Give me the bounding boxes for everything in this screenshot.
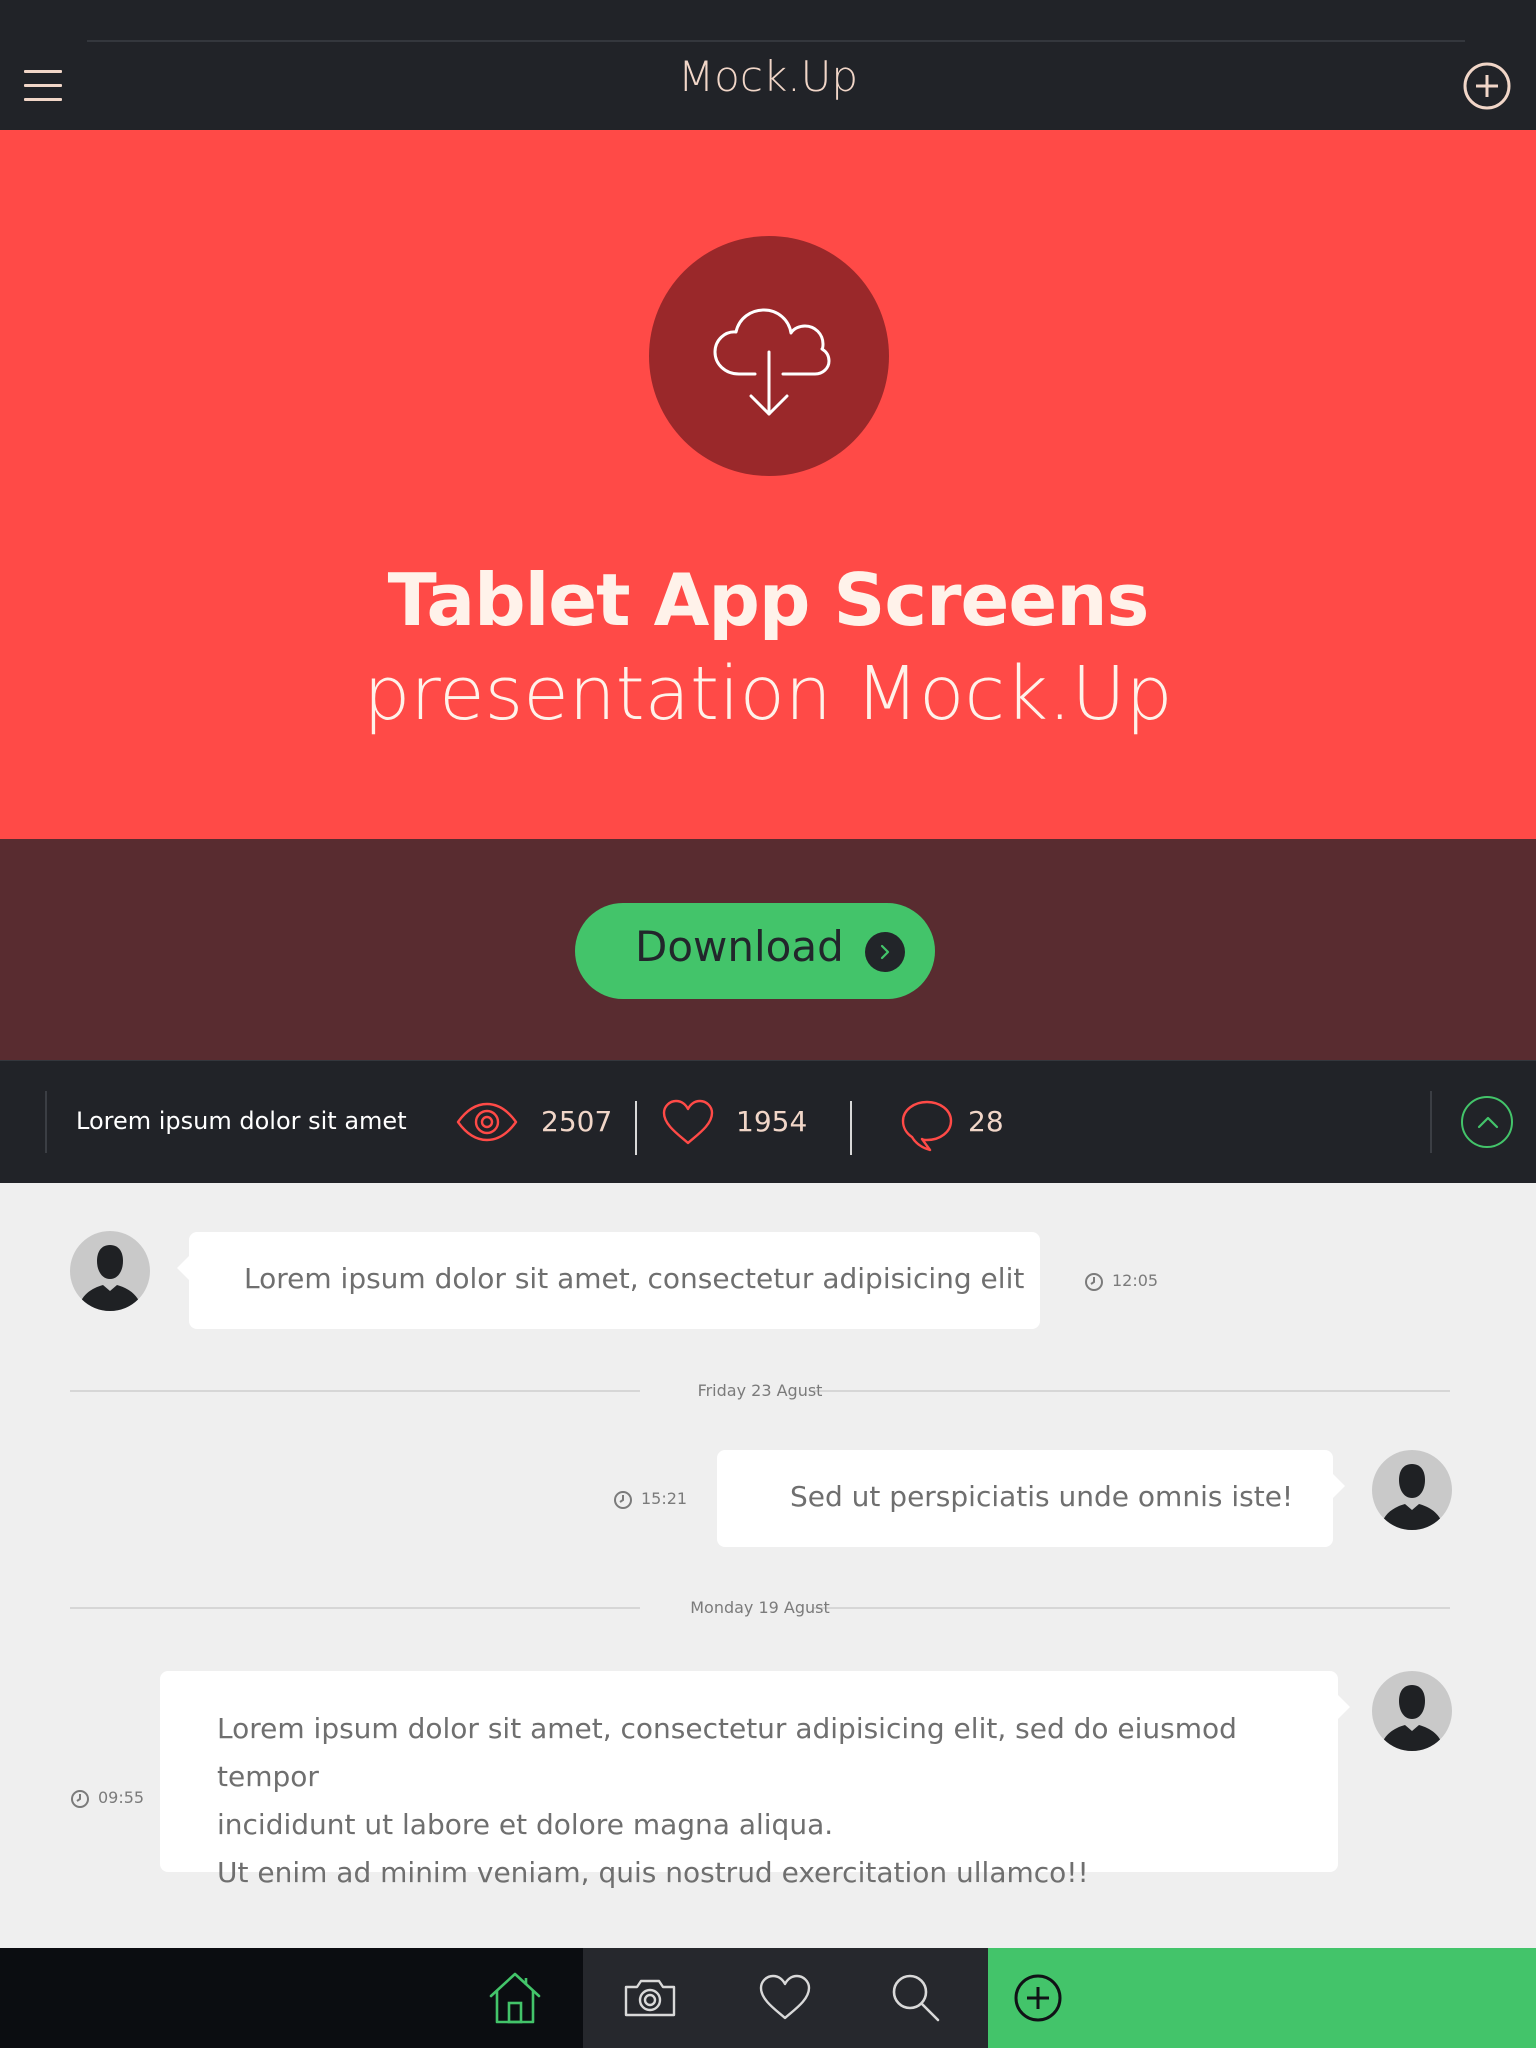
message-text: Lorem ipsum dolor sit amet, consectetur … xyxy=(217,1705,1338,1897)
comment-icon[interactable] xyxy=(900,1099,954,1157)
hero-banner: Tablet App Screens presentation Mock.Up xyxy=(0,130,1536,839)
message-line: Ut enim ad minim veniam, quis nostrud ex… xyxy=(217,1856,1089,1889)
stats-divider xyxy=(45,1091,47,1153)
message-time-value: 15:21 xyxy=(641,1489,688,1508)
date-separator: Friday 23 Agust xyxy=(70,1381,1450,1401)
date-separator: Monday 19 Agust xyxy=(70,1598,1450,1618)
chat-thread: Lorem ipsum dolor sit amet, consectetur … xyxy=(0,1183,1536,1948)
message-text: Lorem ipsum dolor sit amet, consectetur … xyxy=(244,1262,1025,1295)
clock-icon xyxy=(1085,1273,1103,1291)
plus-icon[interactable] xyxy=(1010,1970,1066,2026)
download-button-label: Download xyxy=(635,922,844,971)
message-time-value: 09:55 xyxy=(98,1788,145,1807)
chevron-right-icon xyxy=(865,932,905,972)
download-button[interactable]: Download xyxy=(575,903,935,999)
chevron-up-button[interactable] xyxy=(1461,1096,1513,1148)
stats-divider xyxy=(1430,1091,1432,1153)
top-divider xyxy=(87,40,1465,42)
stats-divider xyxy=(850,1101,852,1155)
comments-count: 28 xyxy=(968,1105,1004,1138)
hero-headline: Tablet App Screens xyxy=(387,558,1150,642)
heart-icon[interactable] xyxy=(757,1970,813,2026)
hero-subline: presentation Mock.Up xyxy=(363,651,1173,737)
add-icon[interactable] xyxy=(1462,61,1512,111)
clock-icon xyxy=(71,1790,89,1808)
chevron-up-icon xyxy=(1477,1116,1499,1129)
stats-bar: Lorem ipsum dolor sit amet 2507 1954 28 xyxy=(0,1060,1536,1183)
message-line: incididunt ut labore et dolore magna ali… xyxy=(217,1808,834,1841)
message-bubble: Sed ut perspiciatis unde omnis iste! xyxy=(717,1450,1345,1547)
message-bubble: Lorem ipsum dolor sit amet, consectetur … xyxy=(160,1671,1350,1889)
views-count: 2507 xyxy=(541,1105,613,1138)
camera-icon[interactable] xyxy=(622,1970,678,2026)
stats-caption: Lorem ipsum dolor sit amet xyxy=(76,1107,407,1135)
tab-highlight xyxy=(988,1948,1536,2048)
clock-icon xyxy=(614,1491,632,1509)
download-strip: Download xyxy=(0,839,1536,1060)
app-title: Mock.Up xyxy=(677,52,859,101)
stats-divider xyxy=(635,1101,637,1155)
avatar[interactable] xyxy=(1372,1450,1452,1530)
home-icon[interactable] xyxy=(487,1970,543,2026)
cloud-download-icon xyxy=(713,308,831,416)
date-label: Monday 19 Agust xyxy=(690,1598,830,1617)
eye-icon[interactable] xyxy=(456,1101,518,1147)
message-text: Sed ut perspiciatis unde omnis iste! xyxy=(790,1480,1294,1513)
date-label: Friday 23 Agust xyxy=(697,1381,823,1400)
bottom-tab-bar xyxy=(0,1948,1536,2048)
message-line: Lorem ipsum dolor sit amet, consectetur … xyxy=(217,1712,1237,1793)
avatar[interactable] xyxy=(1372,1671,1452,1751)
likes-count: 1954 xyxy=(736,1105,808,1138)
message-bubble: Lorem ipsum dolor sit amet, consectetur … xyxy=(177,1232,1040,1329)
top-bar: Mock.Up xyxy=(0,0,1536,130)
avatar[interactable] xyxy=(70,1231,150,1311)
message-time-value: 12:05 xyxy=(1112,1271,1159,1290)
heart-icon[interactable] xyxy=(661,1099,715,1151)
search-icon[interactable] xyxy=(888,1970,944,2026)
cloud-download-badge xyxy=(649,236,889,476)
